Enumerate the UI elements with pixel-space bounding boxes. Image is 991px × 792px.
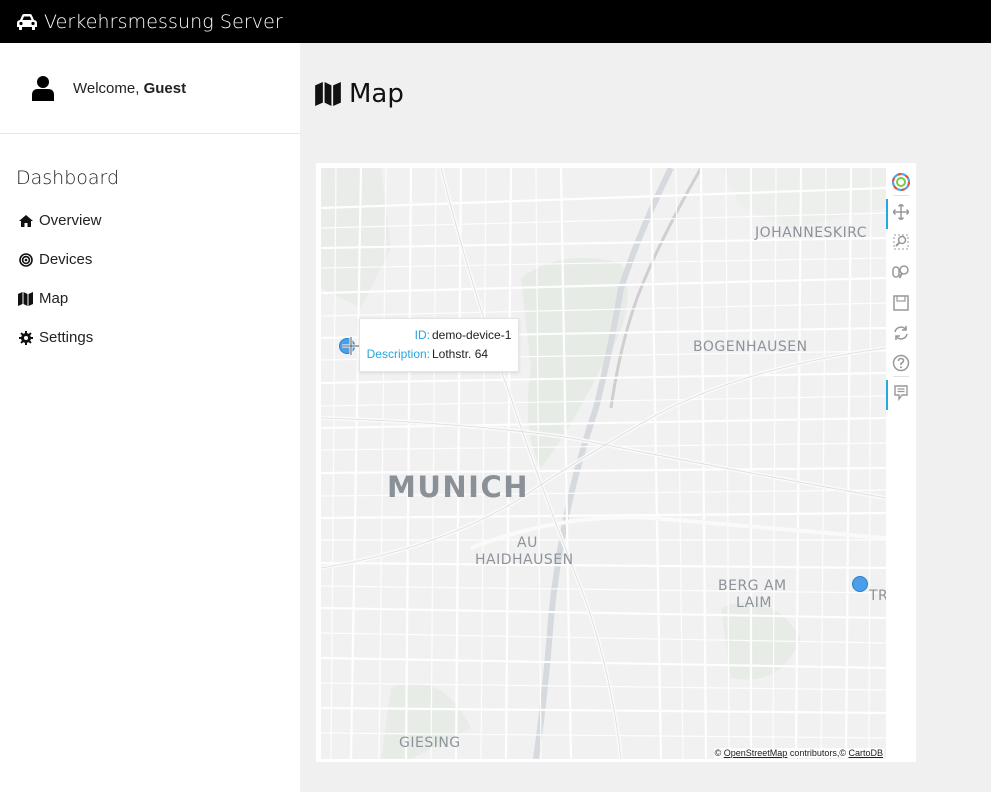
district-label-truderin: TR xyxy=(869,588,886,604)
sidebar: Welcome, Guest Dashboard Overview Device… xyxy=(0,43,300,792)
sidebar-item-map[interactable]: Map xyxy=(0,279,300,318)
map-attribution: © OpenStreetMap contributors,© CartoDB xyxy=(713,748,884,758)
sidebar-item-label: Map xyxy=(39,290,69,307)
tooltip-id-label: ID: xyxy=(414,328,430,342)
district-label-bogenhausen: BOGENHAUSEN xyxy=(693,339,808,355)
cartodb-link[interactable]: CartoDB xyxy=(848,748,883,758)
page-title-text: Map xyxy=(349,79,404,109)
hover-icon[interactable] xyxy=(886,380,911,410)
app-brand[interactable]: Verkehrsmessung Server xyxy=(44,11,283,33)
reset-icon[interactable] xyxy=(891,323,911,343)
map-panel: JOHANNESKIRC BOGENHAUSEN MUNICH AU HAIDH… xyxy=(316,163,916,762)
sidebar-item-overview[interactable]: Overview xyxy=(0,201,300,240)
tooltip-row-description: Description: Lothstr. 64 xyxy=(360,347,518,365)
attribution-middle: contributors,© xyxy=(789,748,846,758)
top-navbar: Verkehrsmessung Server xyxy=(0,0,991,43)
district-label-haidhausen: HAIDHAUSEN xyxy=(475,552,574,568)
map-toolbar xyxy=(886,168,916,759)
district-label-berg-am-laim-1: BERG AM xyxy=(718,578,787,594)
map-canvas[interactable]: JOHANNESKIRC BOGENHAUSEN MUNICH AU HAIDH… xyxy=(321,168,886,759)
help-icon[interactable] xyxy=(891,353,911,373)
box-zoom-icon[interactable] xyxy=(891,232,911,252)
gear-icon xyxy=(18,330,33,345)
pan-icon[interactable] xyxy=(886,199,911,229)
sidebar-item-label: Devices xyxy=(39,251,93,268)
district-label-munich: MUNICH xyxy=(387,470,530,504)
wheel-zoom-icon[interactable] xyxy=(891,262,911,282)
sidebar-item-settings[interactable]: Settings xyxy=(0,318,300,357)
user-icon xyxy=(32,75,54,101)
map-icon xyxy=(315,82,341,106)
sidebar-section-title: Dashboard xyxy=(16,167,120,189)
bullseye-icon xyxy=(18,252,33,267)
sidebar-item-devices[interactable]: Devices xyxy=(0,240,300,279)
district-label-giesing: GIESING xyxy=(399,735,461,751)
page-title: Map xyxy=(315,79,404,109)
hover-tooltip: ID: demo-device-1 Description: Lothstr. … xyxy=(359,318,519,372)
tooltip-row-id: ID: demo-device-1 xyxy=(360,328,518,346)
save-icon[interactable] xyxy=(891,293,911,313)
district-label-au: AU xyxy=(517,535,538,551)
sidebar-item-label: Overview xyxy=(39,212,102,229)
crosshair-cursor-icon xyxy=(342,337,360,355)
osm-link[interactable]: OpenStreetMap xyxy=(724,748,788,758)
district-label-berg-am-laim-2: LAIM xyxy=(736,595,772,611)
map-tiles xyxy=(321,168,886,759)
welcome-prefix: Welcome, xyxy=(73,79,140,97)
tooltip-description-label: Description: xyxy=(366,347,430,361)
welcome-text: Welcome, Guest xyxy=(73,80,186,97)
tooltip-id-value: demo-device-1 xyxy=(432,328,512,342)
attribution-prefix: © xyxy=(714,748,722,758)
sidebar-nav: Overview Devices Map Settings xyxy=(0,201,300,357)
device-marker[interactable] xyxy=(852,576,868,592)
map-icon xyxy=(18,291,33,306)
home-icon xyxy=(18,213,33,228)
tooltip-description-value: Lothstr. 64 xyxy=(432,347,489,361)
bokeh-logo-icon[interactable] xyxy=(891,172,911,192)
car-icon xyxy=(16,13,38,31)
user-panel: Welcome, Guest xyxy=(0,43,300,134)
user-name: Guest xyxy=(143,79,187,97)
sidebar-item-label: Settings xyxy=(39,329,94,346)
main-content: Map JOHANNESKIRC BOGENHAUSEN MUNICH AU H… xyxy=(300,43,991,792)
district-label-johanneskirchen: JOHANNESKIRC xyxy=(755,225,868,241)
